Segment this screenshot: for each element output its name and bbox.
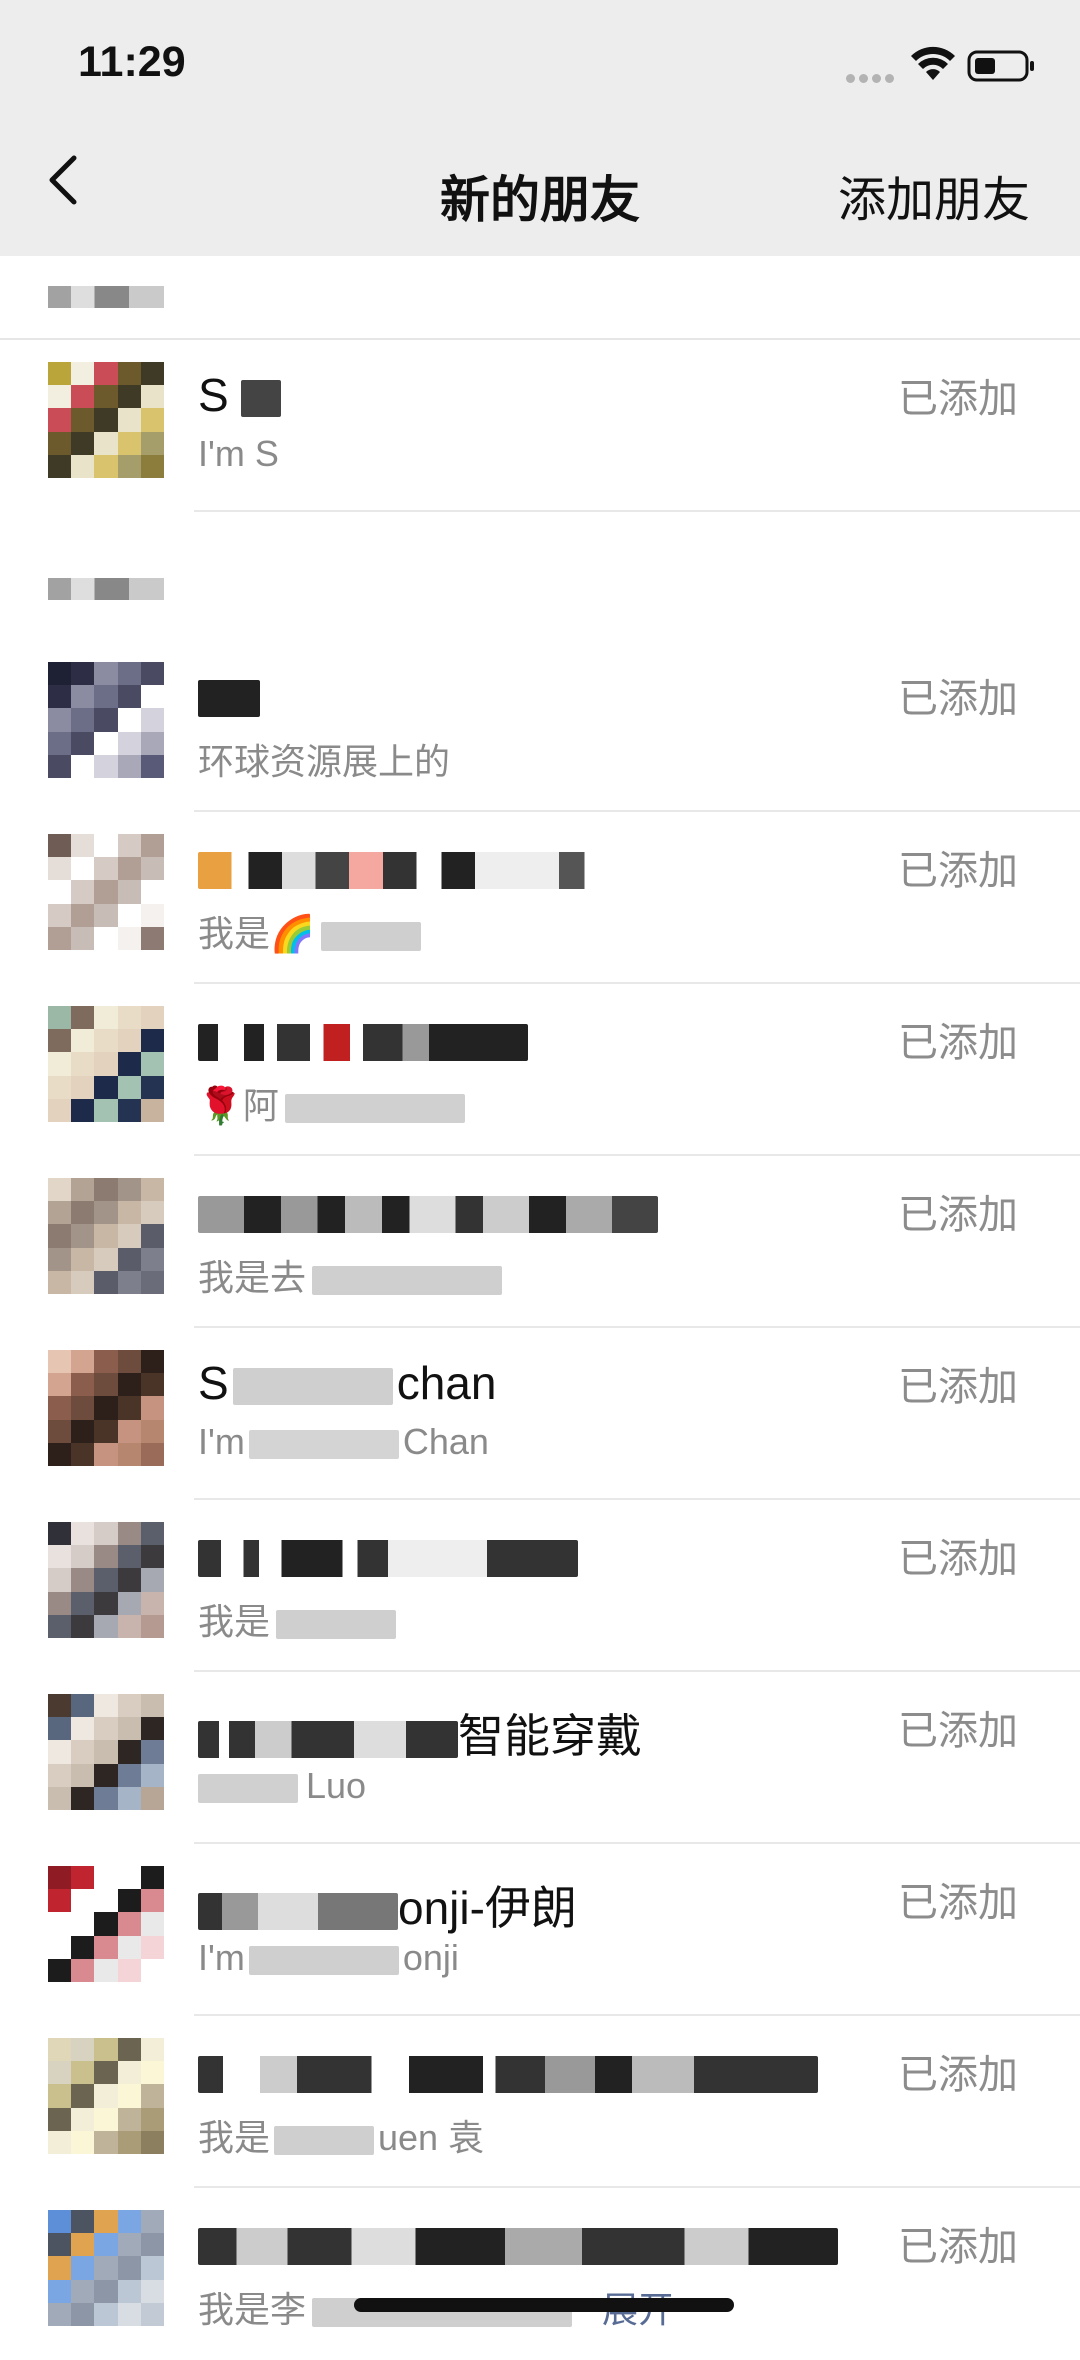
avatar <box>48 2038 164 2154</box>
friend-row[interactable]: 我是 已添加 <box>0 1500 1080 1672</box>
avatar <box>48 2210 164 2326</box>
added-status: 已添加 <box>898 1709 1018 1753</box>
friend-row[interactable]: 智能穿戴 Luo 已添加 <box>0 1672 1080 1844</box>
friend-name: onji-伊朗 <box>198 1872 577 1938</box>
section-label-blurred <box>48 286 164 308</box>
avatar <box>48 1006 164 1122</box>
avatar <box>48 1522 164 1638</box>
friend-name <box>198 840 618 894</box>
added-status: 已添加 <box>898 1881 1018 1925</box>
friend-name: S <box>198 368 282 422</box>
added-status: 已添加 <box>898 377 1018 421</box>
wifi-icon <box>911 46 955 80</box>
home-indicator <box>354 2298 734 2312</box>
friend-name <box>198 1528 578 1582</box>
section-header <box>0 256 1080 340</box>
section-header <box>0 512 1080 640</box>
friend-message: 我是 <box>198 1593 397 1645</box>
friend-name <box>198 1012 528 1066</box>
friend-message: I'm S <box>198 433 279 474</box>
avatar <box>48 1866 164 1982</box>
friend-name: Schan <box>198 1357 497 1409</box>
avatar <box>48 362 164 478</box>
added-status: 已添加 <box>898 2053 1018 2097</box>
section-label-blurred <box>48 578 164 600</box>
avatar <box>48 1694 164 1810</box>
added-status: 已添加 <box>898 1365 1018 1409</box>
friend-row[interactable]: onji-伊朗 I'm onji 已添加 <box>0 1844 1080 2016</box>
friend-message: 环球资源展上的 <box>198 741 451 782</box>
avatar <box>48 1350 164 1466</box>
friend-message: 我是 uen 袁 <box>198 2117 485 2158</box>
friend-message: 🌹阿 <box>198 1077 465 1129</box>
added-status: 已添加 <box>898 2225 1018 2269</box>
friend-row[interactable]: S I'm S 已添加 <box>0 340 1080 512</box>
friend-row[interactable]: 我是🌈 已添加 <box>0 812 1080 984</box>
back-button[interactable] <box>40 150 90 210</box>
friend-row[interactable]: 🌹阿 已添加 <box>0 984 1080 1156</box>
friend-message: 我是去 <box>198 1249 503 1301</box>
status-time: 11:29 <box>78 38 186 86</box>
battery-icon <box>967 50 1034 82</box>
signal-icon <box>846 70 900 83</box>
friend-message: Luo <box>198 1765 366 1807</box>
friend-name <box>198 1184 658 1238</box>
friend-row[interactable]: 我是 uen 袁 已添加 <box>0 2016 1080 2188</box>
friend-row[interactable]: 我是去 已添加 <box>0 1156 1080 1328</box>
added-status: 已添加 <box>898 849 1018 893</box>
friend-message: I'm onji <box>198 1937 459 1978</box>
friend-row[interactable]: 我是李展开 已添加 <box>0 2188 1080 2360</box>
friend-row[interactable]: 环球资源展上的 已添加 <box>0 640 1080 812</box>
avatar <box>48 662 164 778</box>
friend-name <box>198 2216 838 2270</box>
friend-name <box>198 668 260 722</box>
added-status: 已添加 <box>898 1193 1018 1237</box>
friend-message: 我是🌈 <box>198 905 421 957</box>
avatar <box>48 1178 164 1294</box>
friend-message: I'm Chan <box>198 1421 489 1462</box>
nav-bar: 11:29 新的朋友 添加朋友 <box>0 0 1080 256</box>
added-status: 已添加 <box>898 1537 1018 1581</box>
add-friend-button[interactable]: 添加朋友 <box>838 160 1030 230</box>
friend-name <box>198 2044 818 2098</box>
friend-name: 智能穿戴 <box>198 1700 642 1766</box>
avatar <box>48 834 164 950</box>
added-status: 已添加 <box>898 1021 1018 1065</box>
new-friends-list: S I'm S 已添加 环球资源展上的 已添加 我是🌈 已添加 🌹阿 已添加 我… <box>0 256 1080 2360</box>
friend-row[interactable]: Schan I'm Chan 已添加 <box>0 1328 1080 1500</box>
added-status: 已添加 <box>898 677 1018 721</box>
